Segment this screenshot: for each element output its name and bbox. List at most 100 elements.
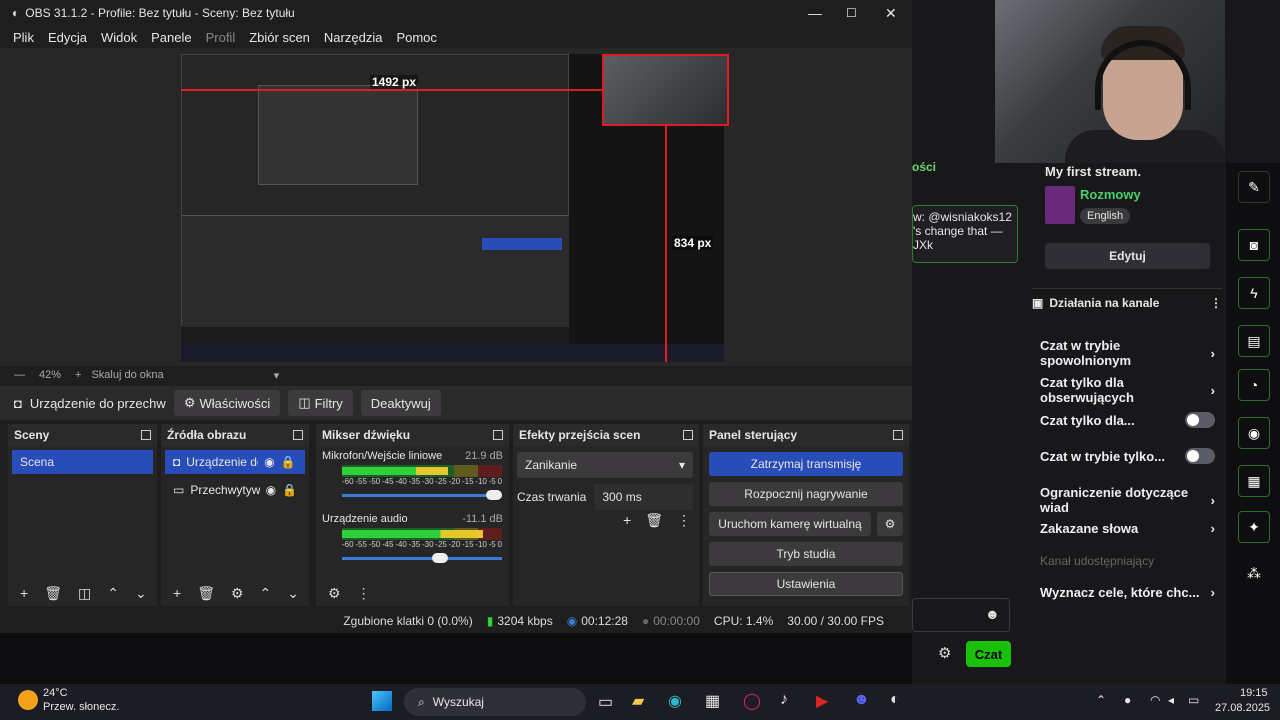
weather-sun-icon[interactable]	[18, 690, 38, 710]
scene-item[interactable]: Scena	[12, 450, 153, 474]
weather-temp[interactable]: 24°C	[43, 687, 68, 699]
chat-settings-gear-icon[interactable]: ⚙	[938, 644, 951, 662]
setting-restriction[interactable]: Ograniczenie dotyczące wiad ›	[1040, 485, 1215, 515]
add-icon[interactable]: +	[173, 585, 181, 601]
clock-time[interactable]: 19:15	[1240, 687, 1268, 699]
duration-input[interactable]: 300 ms	[594, 484, 693, 510]
virtual-camera-button[interactable]: Uruchom kamerę wirtualną	[709, 512, 871, 536]
obs-taskbar-icon[interactable]: ◐	[890, 691, 900, 709]
start-recording-button[interactable]: Rozpocznij nagrywanie	[709, 482, 903, 506]
zoom-out-icon[interactable]: —	[14, 369, 25, 381]
down-icon[interactable]: ⌄	[287, 585, 299, 602]
setting-goals[interactable]: Wyznacz cele, które chc... ›	[1040, 585, 1215, 600]
more-icon[interactable]: ⋮	[677, 512, 691, 529]
undock-icon[interactable]	[893, 430, 903, 440]
clock-date[interactable]: 27.08.2025	[1215, 702, 1270, 714]
store-icon[interactable]: ▦	[705, 691, 720, 711]
wifi-icon[interactable]: ◠	[1150, 693, 1160, 707]
setting-emote-only[interactable]: Czat w trybie tylko...	[1040, 448, 1215, 464]
add-icon[interactable]: +	[623, 512, 631, 529]
menu-view[interactable]: Widok	[94, 30, 144, 45]
studio-mode-button[interactable]: Tryb studia	[709, 542, 903, 566]
toggle-switch[interactable]	[1185, 412, 1215, 428]
add-icon[interactable]: +	[20, 585, 28, 601]
file-explorer-icon[interactable]: ▰	[632, 691, 644, 711]
more-icon[interactable]: ⋮	[357, 585, 371, 602]
stream-category[interactable]: Rozmowy	[1080, 187, 1141, 202]
task-view-icon[interactable]: ▭	[598, 692, 613, 712]
minimize-icon[interactable]: —	[808, 5, 822, 21]
toggle-switch[interactable]	[1185, 448, 1215, 464]
undock-icon[interactable]	[141, 430, 151, 440]
up-icon[interactable]: ⌃	[107, 585, 119, 602]
chevron-down-icon[interactable]: ▾	[274, 369, 280, 382]
pencil-icon[interactable]: ✎	[1238, 171, 1270, 203]
more-tools-icon[interactable]: ⁂	[1238, 557, 1270, 589]
menu-tools[interactable]: Narzędzia	[317, 30, 390, 45]
source-item-camera[interactable]: ◘ Urządzenie do ◉ 🔒	[165, 450, 305, 474]
trash-icon[interactable]: 🗑	[44, 585, 62, 602]
menu-docks[interactable]: Panele	[144, 30, 198, 45]
edge-icon[interactable]: ◉	[668, 691, 682, 711]
selected-source-bounds[interactable]	[602, 54, 729, 126]
lock-icon[interactable]: 🔒	[282, 483, 297, 497]
broadcast-icon[interactable]: ◉	[1238, 417, 1270, 449]
menu-edit[interactable]: Edycja	[41, 30, 94, 45]
setting-subs-only[interactable]: Czat tylko dla...	[1040, 412, 1215, 428]
trash-icon[interactable]: 🗑	[197, 585, 215, 602]
weather-desc[interactable]: Przew. słonecz.	[43, 701, 119, 713]
discord-icon[interactable]: ☻	[853, 691, 870, 709]
eye-icon[interactable]: ◉	[266, 483, 276, 497]
undock-icon[interactable]	[493, 430, 503, 440]
document-icon[interactable]: ▤	[1238, 325, 1270, 357]
menu-profile[interactable]: Profil	[199, 30, 243, 45]
opera-icon[interactable]: ◯	[743, 691, 761, 711]
maximize-icon[interactable]: ☐	[846, 6, 857, 20]
undock-icon[interactable]	[293, 430, 303, 440]
edit-stream-button[interactable]: Edytuj	[1045, 243, 1210, 269]
trash-icon[interactable]: 🗑	[645, 512, 663, 529]
transition-select[interactable]: Zanikanie ▾	[517, 452, 693, 478]
tiktok-icon[interactable]: ♪	[780, 691, 788, 709]
deactivate-button[interactable]: Deaktywuj	[360, 390, 441, 416]
chat-bubble-icon[interactable]: ◔	[1238, 369, 1270, 401]
youtube-icon[interactable]: ▶	[816, 691, 828, 711]
start-icon[interactable]	[372, 691, 392, 711]
lightning-icon[interactable]: ϟ	[1238, 277, 1270, 309]
tray-chevron-icon[interactable]: ⌃	[1096, 693, 1106, 707]
lock-icon[interactable]: 🔒	[281, 455, 296, 469]
camera-icon[interactable]: ◙	[1238, 229, 1270, 261]
wrench-icon[interactable]: ✦	[1238, 511, 1270, 543]
settings-button[interactable]: Ustawienia	[709, 572, 903, 596]
taskbar-search[interactable]: ⌕ Wyszukaj	[404, 688, 586, 716]
volume-slider[interactable]	[342, 553, 502, 563]
setting-blocked-terms[interactable]: Zakazane słowa ›	[1040, 521, 1215, 536]
advanced-audio-icon[interactable]: ⚙	[328, 585, 341, 602]
more-icon[interactable]: ⋮	[1210, 296, 1222, 310]
volume-slider[interactable]	[342, 490, 502, 500]
virtual-camera-settings-gear-icon[interactable]: ⚙	[877, 512, 903, 536]
filters-button[interactable]: ◫ Filtry	[288, 390, 353, 416]
properties-button[interactable]: ⚙ Właściwości	[173, 390, 281, 416]
gear-icon[interactable]: ⚙	[231, 585, 244, 602]
mic-icon[interactable]: ●	[1124, 693, 1131, 707]
up-icon[interactable]: ⌃	[260, 585, 272, 602]
menu-help[interactable]: Pomoc	[389, 30, 443, 45]
battery-icon[interactable]: ▭	[1188, 693, 1199, 707]
eye-icon[interactable]: ◉	[264, 455, 274, 469]
emoji-icon[interactable]: ☻	[985, 606, 1000, 622]
video-icon[interactable]: ▦	[1238, 465, 1270, 497]
speaker-icon[interactable]: ◂	[1168, 693, 1174, 707]
menu-scene-collection[interactable]: Zbiór scen	[242, 30, 317, 45]
zoom-in-icon[interactable]: +	[75, 369, 81, 381]
zoom-fit-label[interactable]: Skaluj do okna	[91, 369, 163, 381]
close-icon[interactable]: ✕	[885, 5, 897, 22]
setting-slow-mode[interactable]: Czat w trybie spowolnionym ›	[1040, 338, 1215, 368]
setting-followers-only[interactable]: Czat tylko dla obserwujących ›	[1040, 375, 1215, 405]
undock-icon[interactable]	[683, 430, 693, 440]
filter-icon[interactable]: ◫	[78, 585, 91, 602]
source-item-capture[interactable]: ▭ Przechwytywa ◉ 🔒	[165, 478, 305, 502]
stream-language[interactable]: English	[1080, 208, 1131, 224]
menu-file[interactable]: Plik	[6, 30, 41, 45]
down-icon[interactable]: ⌄	[135, 585, 147, 602]
